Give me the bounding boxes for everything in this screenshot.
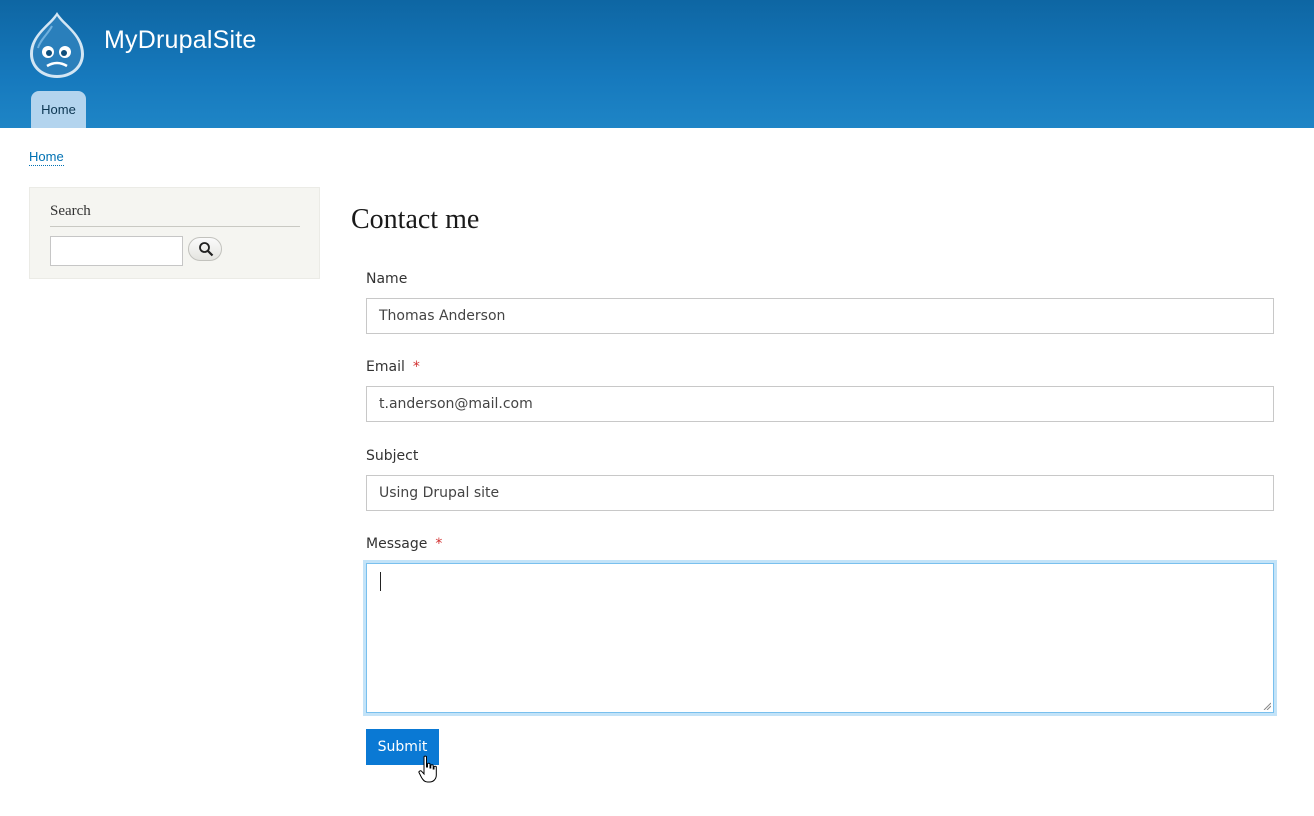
name-label: Name [366,271,407,287]
email-label-text: Email [366,359,405,375]
subject-label-text: Subject [366,448,419,464]
message-textarea[interactable] [366,563,1274,713]
email-field[interactable]: t.anderson@mail.com [366,386,1274,422]
name-field[interactable]: Thomas Anderson [366,298,1274,334]
divider [50,226,300,227]
search-block-title: Search [50,203,91,219]
subject-label: Subject [366,448,418,464]
search-input[interactable] [50,236,183,266]
site-header: MyDrupalSite Home [0,0,1314,128]
message-label: Message * [366,536,442,552]
email-label: Email * [366,359,420,375]
site-name[interactable]: MyDrupalSite [104,26,256,55]
breadcrumb-home[interactable]: Home [29,149,64,166]
message-label-text: Message [366,536,428,552]
drupal-drop-icon[interactable] [26,10,88,80]
name-label-text: Name [366,271,408,287]
resize-grip-icon[interactable] [1263,702,1271,710]
tab-home[interactable]: Home [31,91,86,128]
required-marker: * [435,536,443,552]
hand-pointer-icon [418,755,437,783]
required-marker: * [412,359,420,375]
search-icon [199,242,214,257]
subject-field[interactable]: Using Drupal site [366,475,1274,511]
search-block: Search [29,187,320,279]
page-title: Contact me [351,204,480,235]
text-caret [380,572,381,591]
search-button[interactable] [188,237,222,261]
